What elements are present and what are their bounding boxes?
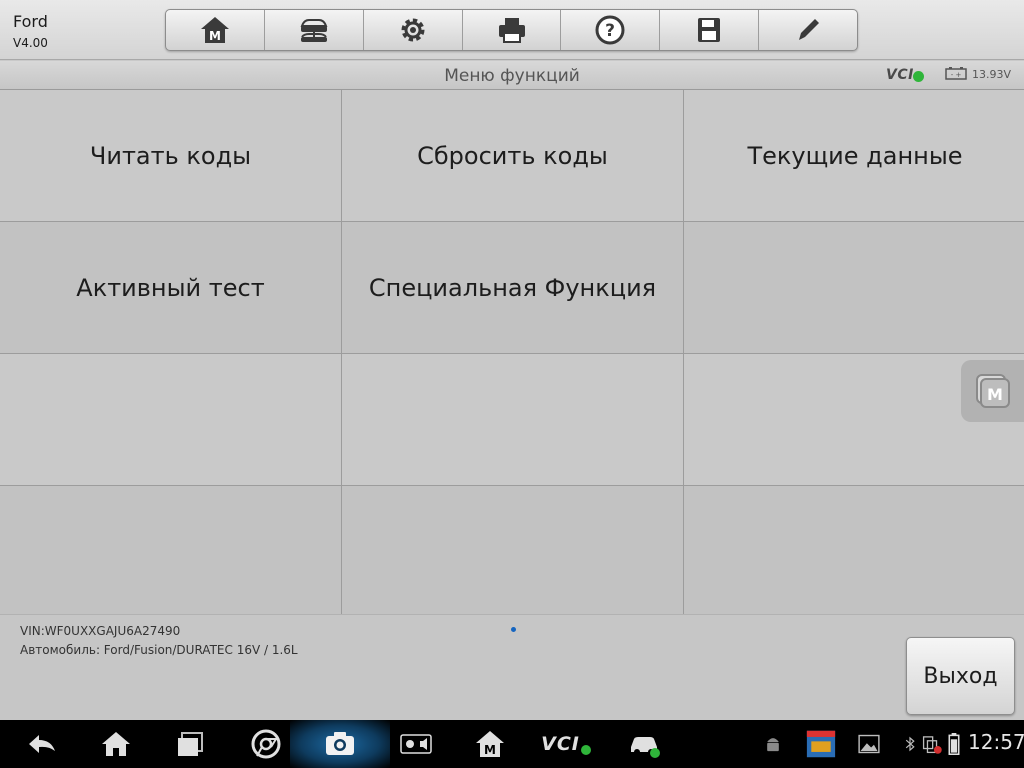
svg-text:M: M xyxy=(209,29,221,43)
clock: 12:57 xyxy=(968,730,1024,754)
svg-text:- +: - + xyxy=(951,71,962,79)
network-off-icon xyxy=(922,736,942,754)
home-m-icon: M xyxy=(200,17,229,43)
voltage-reading: 13.93V xyxy=(972,68,1012,81)
svg-text:M: M xyxy=(987,385,1003,404)
settings-button[interactable] xyxy=(364,10,463,50)
brightness-volume-icon xyxy=(400,734,432,754)
floating-maxifix-button[interactable]: M xyxy=(961,360,1024,422)
maxifix-m-icon: M xyxy=(975,374,1010,408)
recent-apps-button[interactable] xyxy=(170,720,210,768)
back-button[interactable] xyxy=(22,720,62,768)
menu-item-special-function[interactable]: Специальная Функция xyxy=(342,222,683,353)
battery-status xyxy=(947,720,961,768)
app-thumbnail xyxy=(804,720,838,768)
app-version: V4.00 xyxy=(13,36,48,50)
printer-icon xyxy=(498,18,525,43)
menu-item-live-data[interactable]: Текущие данные xyxy=(684,90,1024,221)
bluetooth-status xyxy=(902,720,918,768)
android-robot-icon xyxy=(767,738,779,752)
camera-button[interactable] xyxy=(320,720,360,768)
brightness-button[interactable] xyxy=(396,720,436,768)
app-name: Ford xyxy=(13,12,48,31)
footer: VIN:WF0UXXGAJU6A27490 Автомобиль: Ford/F… xyxy=(0,614,1024,720)
menu-item-active-test[interactable]: Активный тест xyxy=(0,222,341,353)
home-nav-button[interactable] xyxy=(96,720,136,768)
home-button[interactable]: M xyxy=(166,10,265,50)
page-indicator-dot xyxy=(511,627,516,632)
menu-item-empty xyxy=(684,486,1024,617)
vci-status: VCI xyxy=(886,67,914,83)
app-thumbnail-icon xyxy=(806,730,836,758)
exit-button[interactable]: Выход xyxy=(906,637,1015,715)
bluetooth-icon xyxy=(905,736,915,752)
menu-item-empty xyxy=(684,222,1024,353)
menu-item-empty xyxy=(0,486,341,617)
recent-apps-icon xyxy=(178,732,203,756)
help-icon: ? xyxy=(595,15,625,45)
svg-text:M: M xyxy=(484,743,496,757)
battery-level-icon xyxy=(948,733,960,755)
top-bar: Ford V4.00 M ? xyxy=(0,0,1024,60)
floppy-icon xyxy=(698,18,721,42)
save-button[interactable] xyxy=(660,10,760,50)
toolbar: M ? xyxy=(165,9,858,51)
function-grid: Читать коды Сбросить коды Текущие данные… xyxy=(0,90,1024,617)
help-button[interactable]: ? xyxy=(561,10,661,50)
page-title: Меню функций xyxy=(444,66,580,86)
vci-ok-icon xyxy=(580,745,591,755)
vci-connected-icon xyxy=(913,71,924,82)
title-bar: Меню функций VCI xyxy=(0,61,1024,90)
pencil-icon xyxy=(799,19,820,40)
gallery-icon-wrap xyxy=(857,720,881,768)
back-arrow-icon xyxy=(29,735,55,753)
vci-nav-label: VCI xyxy=(541,733,580,755)
android-nav-bar: M VCI 12:57 xyxy=(0,720,1024,768)
vci-manager-button[interactable]: VCI xyxy=(540,720,592,768)
maxisys-home-button[interactable]: M xyxy=(470,720,510,768)
svg-text:?: ? xyxy=(605,21,615,41)
vehicle-button[interactable] xyxy=(622,720,666,768)
android-debug-icon xyxy=(762,720,784,768)
menu-item-read-codes[interactable]: Читать коды xyxy=(0,90,341,221)
home-icon xyxy=(102,732,130,756)
menu-item-clear-codes[interactable]: Сбросить коды xyxy=(342,90,683,221)
menu-item-empty xyxy=(342,486,683,617)
vehicle-swap-button[interactable] xyxy=(265,10,364,50)
gear-icon xyxy=(401,18,425,42)
vin-label: VIN:WF0UXXGAJU6A27490 xyxy=(20,624,181,638)
edit-button[interactable] xyxy=(759,10,857,50)
vehicle-label: Автомобиль: Ford/Fusion/DURATEC 16V / 1.… xyxy=(20,643,298,657)
network-status xyxy=(921,720,943,768)
print-button[interactable] xyxy=(463,10,562,50)
car-icon xyxy=(631,737,660,758)
camera-icon xyxy=(326,732,354,755)
image-icon xyxy=(858,734,880,754)
home-m-icon: M xyxy=(476,731,504,757)
car-swap-icon xyxy=(300,19,328,42)
menu-item-empty xyxy=(0,354,341,485)
menu-item-empty xyxy=(342,354,683,485)
chrome-button[interactable] xyxy=(246,720,286,768)
chrome-icon xyxy=(251,729,281,759)
battery-icon: - + xyxy=(945,67,967,80)
